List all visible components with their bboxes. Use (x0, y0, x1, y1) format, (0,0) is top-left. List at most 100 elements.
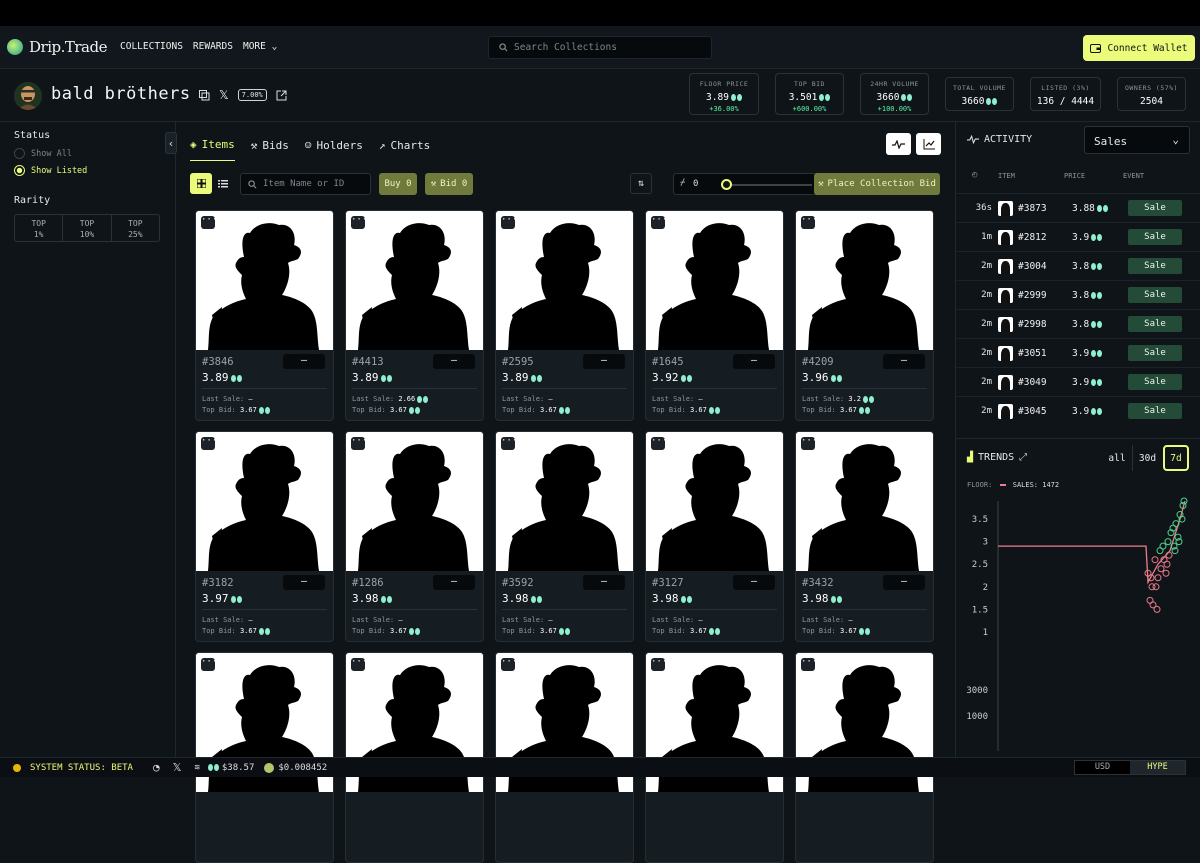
activity-row[interactable]: 2m #2999 3.8 Sale (956, 280, 1200, 309)
last-sale-value: – (698, 616, 703, 624)
activity-row[interactable]: 2m #3049 3.9 Sale (956, 367, 1200, 396)
more-options-button[interactable]: ··· (651, 216, 667, 229)
more-options-button[interactable]: ··· (351, 658, 367, 671)
more-options-button[interactable]: ··· (651, 658, 667, 671)
item-card[interactable]: ··· #3846 – 3.89 Last Sale: – Top Bid: 3.67 (195, 210, 334, 421)
x-icon[interactable]: 𝕏 (219, 88, 229, 102)
stat-total-volume: TOTAL VOLUME 3660 (945, 77, 1014, 111)
more-options-button[interactable]: ··· (651, 437, 667, 450)
last-sale-label: Last Sale: (202, 395, 245, 403)
slider-thumb[interactable] (721, 179, 732, 190)
more-options-button[interactable]: ··· (351, 437, 367, 450)
rarity-top-25[interactable]: TOP 25% (112, 215, 159, 241)
more-options-button[interactable]: ··· (801, 437, 817, 450)
item-card[interactable]: ··· #3592 – 3.98 Last Sale: – Top Bid: 3.67 (495, 431, 634, 642)
activity-row[interactable]: 2m #3051 3.9 Sale (956, 338, 1200, 367)
more-options-button[interactable]: ··· (501, 658, 517, 671)
currency-usd[interactable]: USD (1075, 761, 1130, 774)
item-search-input[interactable]: Item Name or ID (240, 173, 371, 195)
tab-label: Charts (390, 138, 431, 152)
activity-row[interactable]: 2m #2998 3.8 Sale (956, 309, 1200, 338)
activity-type-select[interactable]: Sales ⌄ (1084, 126, 1190, 154)
hype-icon (207, 764, 219, 771)
top-bid-label: Top Bid: (352, 406, 386, 414)
rarity-pct: 25% (128, 230, 143, 239)
activity-row[interactable]: 36s #3873 3.88 Sale (956, 193, 1200, 222)
range-30d[interactable]: 30d (1132, 445, 1162, 471)
tab-items[interactable]: ◈ Items (190, 138, 235, 161)
rarity-top-10[interactable]: TOP 10% (63, 215, 112, 241)
range-7d[interactable]: 7d (1163, 445, 1189, 471)
item-card[interactable]: ··· #3182 – 3.97 Last Sale: – Top Bid: 3.67 (195, 431, 334, 642)
copy-icon[interactable] (199, 89, 210, 101)
window-top-bar (0, 0, 1200, 26)
item-price: 3.98 (352, 592, 392, 605)
sale-point (1154, 574, 1162, 582)
divider (502, 609, 627, 610)
sort-button[interactable]: ⇅ (630, 173, 652, 194)
more-options-button[interactable]: ··· (801, 216, 817, 229)
chart-view-button[interactable] (916, 133, 941, 155)
nav-collections[interactable]: COLLECTIONS (120, 41, 183, 52)
col-item: ITEM (998, 172, 1015, 180)
item-card[interactable]: ··· #4413 – 3.89 Last Sale: 2.66 Top Bid: 3.6… (345, 210, 484, 421)
item-thumbnail (998, 258, 1013, 274)
item-card[interactable]: ··· #1645 – 3.92 Last Sale: – Top Bid: 3.67 (645, 210, 784, 421)
hype-icon (1091, 320, 1103, 328)
external-link-icon[interactable] (276, 90, 287, 101)
trends-chart[interactable]: 3.532.521.51300010007. Juli (956, 491, 1200, 761)
top-bid: Top Bid: 3.67 (652, 406, 720, 414)
more-options-button[interactable]: ··· (801, 658, 817, 671)
more-options-button[interactable]: ··· (201, 658, 217, 671)
top-bid-value: 3.67 (839, 627, 857, 635)
activity-item: #3049 (1018, 376, 1047, 388)
stack-icon: ≋ (194, 762, 200, 773)
more-options-button[interactable]: ··· (501, 437, 517, 450)
item-card[interactable]: ··· #4209 – 3.96 Last Sale: 3.2 Top Bid: 3.67 (795, 210, 934, 421)
sweep-slider[interactable]: ⌿ 0 (673, 173, 817, 195)
tab-bids[interactable]: ⚒ Bids (251, 138, 289, 161)
activity-time: 2m (981, 348, 992, 358)
collapse-sidebar-button[interactable]: ‹ (165, 132, 177, 154)
more-options-button[interactable]: ··· (351, 216, 367, 229)
more-options-button[interactable]: ··· (201, 216, 217, 229)
bid-button[interactable]: ⚒ Bid 0 (425, 173, 473, 195)
item-card[interactable]: ··· #3432 – 3.98 Last Sale: – Top Bid: 3.67 (795, 431, 934, 642)
more-options-button[interactable]: ··· (201, 437, 217, 450)
buy-button[interactable]: Buy 0 (379, 173, 417, 195)
activity-row[interactable]: 2m #3004 3.8 Sale (956, 251, 1200, 280)
activity-view-button[interactable] (886, 133, 911, 155)
place-collection-bid-button[interactable]: ⚒ Place Collection Bid (814, 173, 940, 195)
activity-row[interactable]: 1m #2812 3.9 Sale (956, 222, 1200, 251)
discord-icon[interactable]: ◔ (153, 761, 160, 774)
item-thumbnail (998, 345, 1013, 361)
range-all[interactable]: all (1102, 445, 1132, 471)
item-card[interactable]: ··· #1286 – 3.98 Last Sale: – Top Bid: 3.67 (345, 431, 484, 642)
tab-charts[interactable]: ↗ Charts (379, 138, 430, 161)
list-view-toggle[interactable] (212, 173, 234, 194)
rarity-top-1[interactable]: TOP 1% (15, 215, 64, 241)
item-thumbnail (998, 229, 1013, 245)
x-icon[interactable]: 𝕏 (173, 761, 182, 774)
activity-price-value: 3.9 (1072, 376, 1090, 388)
item-card[interactable]: ··· #3127 – 3.98 Last Sale: – Top Bid: 3.67 (645, 431, 784, 642)
last-sale-label: Last Sale: (802, 395, 845, 403)
nav-rewards[interactable]: REWARDS (193, 41, 233, 52)
radio-show-listed[interactable]: Show Listed (14, 165, 87, 176)
last-sale-value: – (248, 395, 253, 403)
tab-holders[interactable]: ☺ Holders (305, 138, 363, 161)
top-bid: Top Bid: 3.67 (652, 627, 720, 635)
currency-hype[interactable]: HYPE (1130, 761, 1185, 774)
grid-view-toggle[interactable] (190, 173, 212, 194)
nav-more[interactable]: MORE ⌄ (243, 41, 277, 52)
radio-show-all[interactable]: Show All (14, 148, 72, 159)
connect-wallet-button[interactable]: Connect Wallet (1083, 35, 1195, 61)
activity-row[interactable]: 2m #3045 3.9 Sale (956, 396, 1200, 425)
item-card[interactable]: ··· #2595 – 3.89 Last Sale: – Top Bid: 3.67 (495, 210, 634, 421)
expand-icon[interactable]: ⤢ (1019, 452, 1027, 463)
more-options-button[interactable]: ··· (501, 216, 517, 229)
logo[interactable]: Drip.Trade (7, 38, 107, 56)
collections-search[interactable]: Search Collections (488, 36, 712, 59)
hype-icon (417, 395, 429, 403)
legend-floor: FLOOR: (967, 481, 993, 489)
